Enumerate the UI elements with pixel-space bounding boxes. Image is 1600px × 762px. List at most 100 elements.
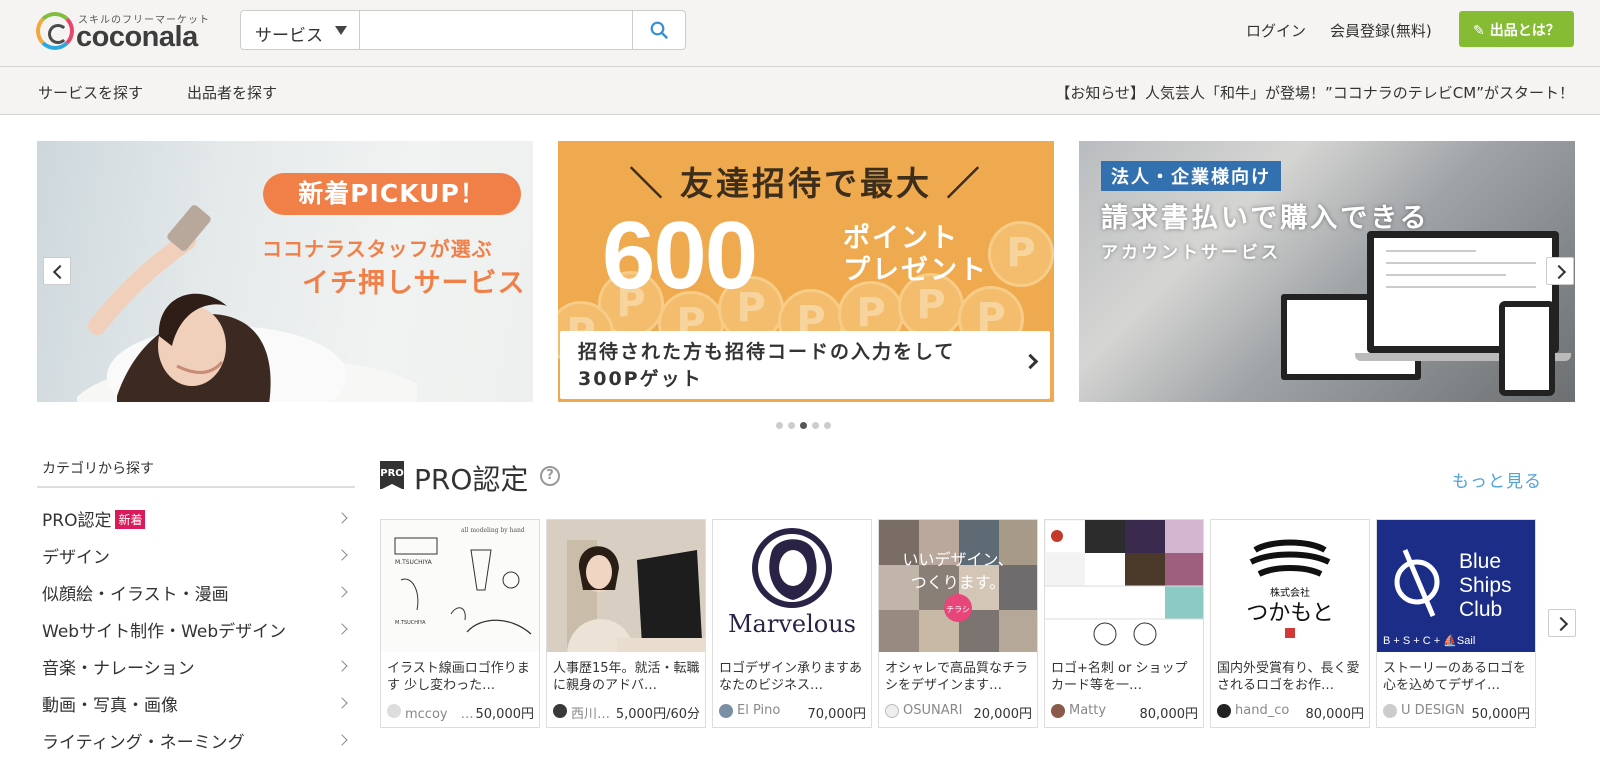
svg-text:Ships: Ships — [1459, 574, 1512, 597]
seller-name: El Pino — [737, 703, 781, 718]
corporate-badge: 法人・企業様向け — [1101, 161, 1281, 191]
blue-ships-club-logo-image: Blue Ships Club B + S + C + ⛵Sail — [1383, 549, 1512, 647]
carousel-dot[interactable] — [788, 422, 795, 429]
chevron-right-icon — [1022, 353, 1039, 370]
corporate-subtitle: アカウントサービス — [1101, 243, 1281, 263]
category-item-design[interactable]: デザイン — [42, 543, 352, 573]
seller-name: OSUNARI — [903, 703, 963, 718]
service-title: ロゴデザイン承りますあなたのビジネス… — [719, 661, 863, 693]
service-thumbnail — [1045, 520, 1203, 652]
avatar — [387, 704, 401, 718]
carousel-prev-button[interactable] — [43, 257, 71, 285]
seller-name: Matty — [1069, 703, 1107, 718]
carousel-dot[interactable] — [812, 422, 819, 429]
corporate-title: 請求書払いで購入できる — [1101, 203, 1430, 234]
pro-badge-icon: PRO — [380, 461, 404, 490]
flyer-collage-image: いいデザイン、 つくります。 チラシ — [879, 520, 1037, 652]
banner-corporate-account[interactable]: 法人・企業様向け 請求書払いで購入できる アカウントサービス — [1079, 141, 1575, 402]
svg-text:つくります。: つくります。 — [911, 573, 1005, 592]
caret-down-icon — [335, 26, 347, 35]
find-sellers-link[interactable]: 出品者を探す — [187, 82, 277, 103]
seller-name: 西川… — [571, 707, 611, 722]
category-label: Webサイト制作・Webデザイン — [42, 622, 287, 642]
logo-grid-image — [1045, 520, 1203, 652]
service-thumbnail: Marvelous — [713, 520, 871, 652]
svg-text:いいデザイン、: いいデザイン、 — [902, 550, 1013, 569]
service-price: 50,000円 — [475, 707, 535, 722]
login-link[interactable]: ログイン — [1246, 20, 1306, 41]
category-item-pro[interactable]: PRO認定 新着 — [42, 506, 352, 536]
service-title: ストーリーのあるロゴを心を込めてデザイ… — [1383, 661, 1527, 693]
service-price: 80,000円 — [1305, 707, 1365, 722]
chevron-right-icon — [336, 549, 348, 561]
coconala-logo[interactable]: スキルのフリーマーケット coconala — [36, 8, 216, 54]
pencil-icon: ✎ — [1473, 23, 1485, 39]
section-title: PRO認定 — [414, 463, 529, 496]
service-price: 80,000円 — [1139, 707, 1199, 722]
seller-name: U DESIGN — [1401, 703, 1465, 718]
service-card[interactable]: いいデザイン、 つくります。 チラシ オシャレで高品質なチラシをデザインます… … — [878, 519, 1038, 728]
chevron-right-icon — [336, 734, 348, 746]
point-text-line2: プレゼント — [843, 255, 988, 286]
tsukamoto-logo-image: 株式会社 つかもと — [1246, 539, 1334, 638]
service-card[interactable]: 株式会社 つかもと 国内外受賞有り、長く愛されるロゴをお作… hand_co 8… — [1210, 519, 1370, 728]
banner-invite-friends[interactable]: PP PP PP PP P ＼ 友達招待で最大 ／ 600 ポイント プレゼント… — [558, 141, 1054, 402]
service-card[interactable]: ロゴ+名刺 or ショップカード等を一… Matty 80,000円 — [1044, 519, 1204, 728]
find-services-link[interactable]: サービスを探す — [38, 82, 143, 103]
invite-detail-line1: 招待された方も招待コードの入力をして — [578, 341, 956, 363]
search-button[interactable] — [632, 11, 685, 49]
service-card[interactable]: Marvelous ロゴデザイン承りますあなたのビジネス… El Pino 70… — [712, 519, 872, 728]
svg-text:Marvelous: Marvelous — [728, 610, 856, 638]
service-card[interactable]: all modeling by hand M.TSUCHIYA M.TSUCHI… — [380, 519, 540, 728]
category-item-writing[interactable]: ライティング・ネーミング — [42, 728, 352, 758]
search-bar: サービス — [240, 10, 686, 50]
invite-amount: 600 — [602, 202, 758, 309]
svg-text:B + S + C + ⛵Sail: B + S + C + ⛵Sail — [1383, 634, 1475, 647]
divider — [37, 486, 355, 488]
search-icon — [650, 21, 668, 39]
register-link[interactable]: 会員登録(無料) — [1330, 20, 1432, 41]
search-category-select[interactable]: サービス — [241, 11, 360, 49]
search-category-label: サービス — [255, 26, 323, 46]
service-title: 国内外受賞有り、長く愛されるロゴをお作… — [1217, 661, 1360, 693]
category-item-web[interactable]: Webサイト制作・Webデザイン — [42, 617, 352, 647]
see-more-link[interactable]: もっと見る — [1452, 467, 1542, 492]
marvelous-logo-image: Marvelous — [728, 528, 856, 638]
svg-text:Blue: Blue — [1459, 550, 1501, 573]
category-heading: カテゴリから探す — [42, 461, 154, 477]
carousel-next-button[interactable] — [1546, 257, 1574, 285]
svg-text:M.TSUCHIYA: M.TSUCHIYA — [395, 559, 433, 566]
search-input[interactable] — [361, 11, 633, 49]
category-item-illustration[interactable]: 似顔絵・イラスト・漫画 — [42, 580, 352, 610]
category-item-video[interactable]: 動画・写真・画像 — [42, 691, 352, 721]
sell-info-button[interactable]: ✎ 出品とは？ — [1459, 11, 1574, 47]
category-label: 動画・写真・画像 — [42, 696, 178, 716]
invite-detail-line2: 300Pゲット — [578, 368, 703, 390]
banner-new-pickup[interactable]: 新着PICKUP！ ココナラスタッフが選ぶ イチ押しサービス — [37, 141, 533, 402]
svg-text:チラシ: チラシ — [946, 605, 970, 614]
category-label: ライティング・ネーミング — [42, 733, 245, 753]
category-label: 音楽・ナレーション — [42, 659, 195, 679]
news-notice-link[interactable]: 【お知らせ】人気芸人「和牛」が登場！”ココナラのテレビCM”がスタート！ — [1055, 82, 1574, 103]
chevron-right-icon — [336, 586, 348, 598]
carousel-dot[interactable] — [824, 422, 831, 429]
carousel-dot-active[interactable] — [800, 422, 807, 429]
cards-next-button[interactable] — [1548, 609, 1576, 637]
woman-with-headset-image — [547, 520, 705, 652]
carousel-dot[interactable] — [776, 422, 783, 429]
service-thumbnail: all modeling by hand M.TSUCHIYA M.TSUCHI… — [381, 520, 539, 652]
help-icon[interactable]: ? — [540, 466, 560, 486]
svg-text:つかもと: つかもと — [1246, 601, 1334, 626]
invite-detail-text: 招待された方も招待コードの入力をして 300Pゲット — [578, 339, 955, 393]
service-card[interactable]: 人事歴15年。就活・転職に親身のアドバ… 西川… 5,000円/60分 — [546, 519, 706, 728]
avatar — [1383, 704, 1397, 718]
avatar — [885, 704, 899, 718]
pickup-title: イチ押しサービス — [302, 268, 526, 299]
line-drawing-image: all modeling by hand M.TSUCHIYA M.TSUCHI… — [394, 527, 532, 635]
category-label: デザイン — [42, 548, 110, 568]
point-text-line1: ポイント — [843, 223, 959, 254]
service-card[interactable]: Blue Ships Club B + S + C + ⛵Sail ストーリーの… — [1376, 519, 1536, 728]
chevron-right-icon — [336, 623, 348, 635]
service-price: 50,000円 — [1471, 707, 1531, 722]
category-item-music[interactable]: 音楽・ナレーション — [42, 654, 352, 684]
